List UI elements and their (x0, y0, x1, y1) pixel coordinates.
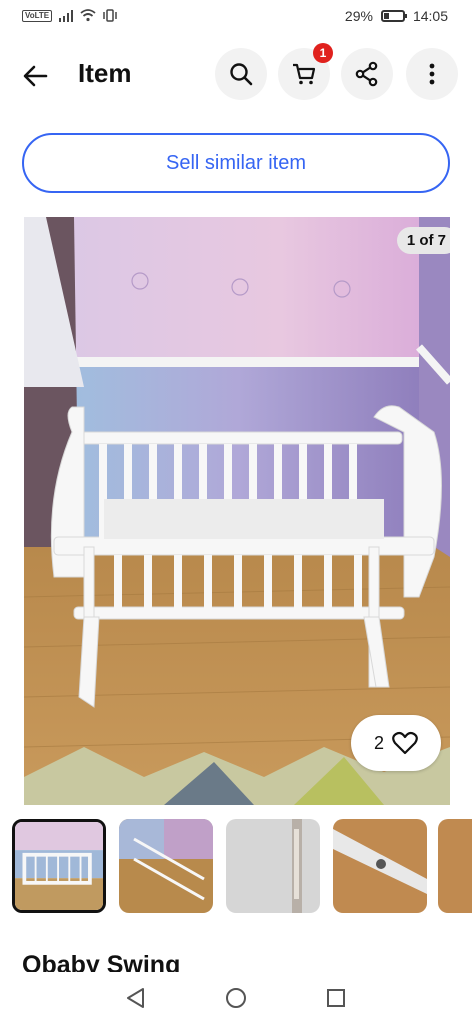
thumbnail-4-image (333, 819, 427, 913)
arrow-left-icon (23, 65, 48, 87)
nav-back-button[interactable] (124, 986, 148, 1010)
sell-similar-button[interactable]: Sell similar item (22, 133, 450, 193)
nav-home-icon (226, 988, 246, 1008)
thumbnail-1[interactable] (12, 819, 106, 913)
main-photo[interactable]: 1 of 7 2 (24, 217, 450, 805)
more-vertical-icon (429, 63, 435, 85)
thumbnail-2[interactable] (119, 819, 213, 913)
system-nav-bar (0, 972, 472, 1024)
share-icon (355, 61, 378, 87)
wifi-icon (80, 9, 96, 22)
nav-recents-icon (327, 989, 345, 1007)
thumbnail-5-image (438, 819, 472, 913)
share-button[interactable] (341, 48, 393, 100)
more-options-button[interactable] (406, 48, 458, 100)
app-header: Item 1 (0, 43, 472, 104)
watch-count: 2 (373, 732, 384, 753)
status-left: VoLTE (22, 9, 118, 22)
thumbnail-3[interactable] (226, 819, 320, 913)
volte-indicator: VoLTE (22, 9, 53, 22)
cart-badge: 1 (313, 43, 333, 63)
clock: 14:05 (412, 8, 448, 24)
status-bar: VoLTE 29% 14:05 (0, 0, 472, 34)
search-icon (230, 63, 253, 86)
back-button[interactable] (20, 60, 52, 92)
heart-outline-icon (392, 731, 418, 755)
status-right: 29% 14:05 (345, 8, 448, 24)
thumbnail-3-image (226, 819, 320, 913)
battery-percent: 29% (344, 8, 373, 24)
vibrate-icon (103, 9, 117, 22)
battery-icon (380, 10, 407, 22)
thumbnail-2-image (119, 819, 213, 913)
photo-counter: 1 of 7 (396, 227, 450, 254)
cart-icon (293, 63, 316, 85)
page-title: Item (78, 58, 132, 88)
thumbnail-4[interactable] (333, 819, 427, 913)
nav-recents-button[interactable] (324, 986, 348, 1010)
product-title: Obaby Swing (22, 951, 181, 973)
nav-home-button[interactable] (224, 986, 248, 1010)
signal-icon (59, 9, 74, 22)
cart-button[interactable]: 1 (278, 43, 333, 100)
sell-similar-label: Sell similar item (165, 151, 307, 174)
search-button[interactable] (215, 48, 267, 100)
thumbnail-5[interactable] (438, 819, 472, 913)
thumbnail-strip[interactable] (12, 816, 472, 920)
nav-back-icon (127, 988, 144, 1008)
thumbnail-1-image (15, 822, 103, 910)
watch-button[interactable]: 2 (351, 715, 441, 771)
